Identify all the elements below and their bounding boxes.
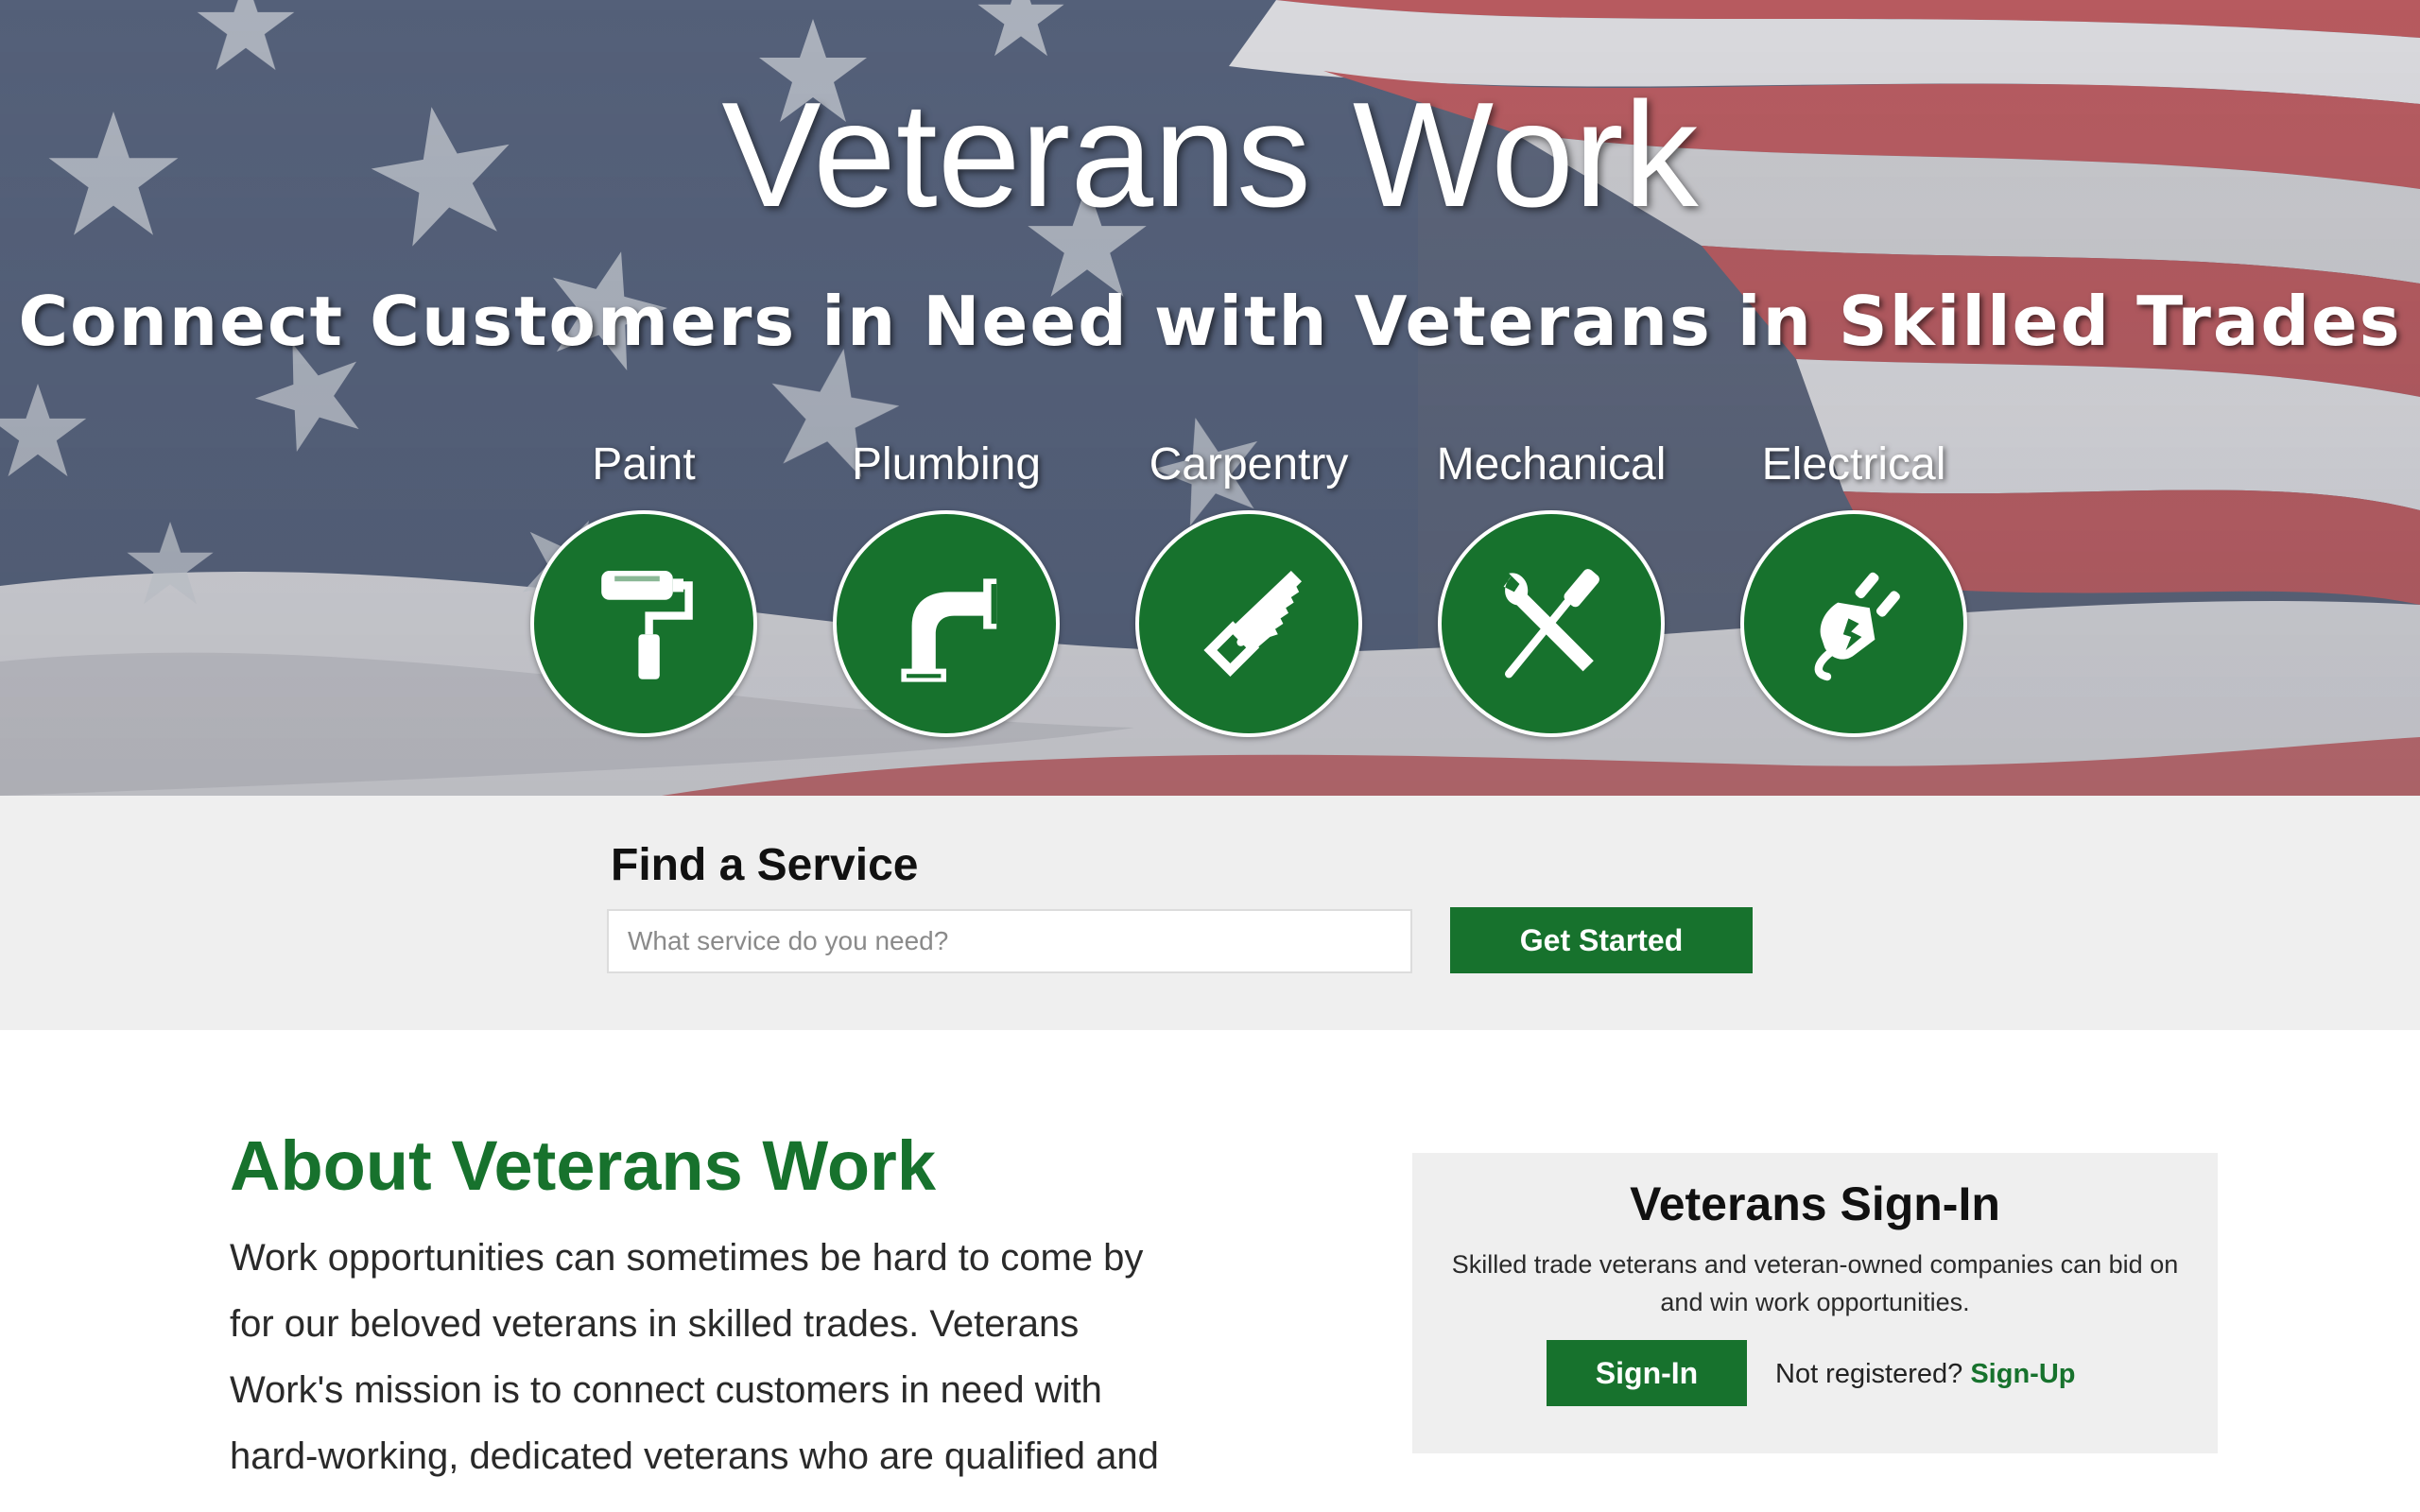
service-button-carpentry[interactable] — [1135, 510, 1362, 737]
service-label: Electrical — [1761, 439, 1946, 490]
service-button-plumbing[interactable] — [833, 510, 1060, 737]
service-label: Paint — [592, 439, 696, 490]
find-service-section: Find a Service Get Started — [0, 796, 2420, 1030]
saw-icon — [1203, 571, 1302, 677]
about-heading: About Veterans Work — [230, 1126, 937, 1205]
hero-banner: Veterans Work Connect Customers in Need … — [0, 0, 2420, 796]
site-title: Veterans Work — [721, 72, 1699, 238]
service-label: Carpentry — [1149, 439, 1349, 490]
register-prompt: Not registered? Sign-Up — [1775, 1355, 2076, 1393]
electric-plug-icon — [1814, 572, 1900, 681]
signin-description: Skilled trade veterans and veteran-owned… — [1451, 1250, 2179, 1316]
not-registered-text: Not registered? — [1775, 1359, 1963, 1389]
service-label: Mechanical — [1436, 439, 1667, 490]
service-carpentry[interactable]: Carpentry — [1131, 431, 1367, 737]
signin-heading: Veterans Sign-In — [1630, 1177, 2000, 1230]
service-label: Plumbing — [851, 439, 1042, 490]
wrench-screwdriver-icon — [1503, 569, 1599, 679]
service-button-electrical[interactable] — [1740, 510, 1967, 737]
about-paragraph: Work opportunities can sometimes be hard… — [230, 1237, 1159, 1477]
paint-roller-icon — [601, 571, 693, 679]
service-button-mechanical[interactable] — [1438, 510, 1665, 737]
site-tagline: Connect Customers in Need with Veterans … — [18, 282, 2402, 361]
service-plumbing[interactable]: Plumbing — [828, 431, 1064, 737]
service-electrical[interactable]: Electrical — [1736, 431, 1972, 737]
service-paint[interactable]: Paint — [526, 431, 762, 737]
pipe-elbow-icon — [901, 578, 997, 682]
veterans-signin-card: Veterans Sign-In Skilled trade veterans … — [1412, 1153, 2218, 1453]
signup-link[interactable]: Sign-Up — [1970, 1359, 2075, 1389]
find-service-heading: Find a Service — [611, 840, 919, 890]
service-search-input[interactable] — [607, 909, 1412, 973]
service-button-paint[interactable] — [530, 510, 757, 737]
get-started-button[interactable]: Get Started — [1450, 907, 1753, 973]
service-mechanical[interactable]: Mechanical — [1433, 431, 1669, 737]
signin-button[interactable]: Sign-In — [1547, 1340, 1747, 1406]
